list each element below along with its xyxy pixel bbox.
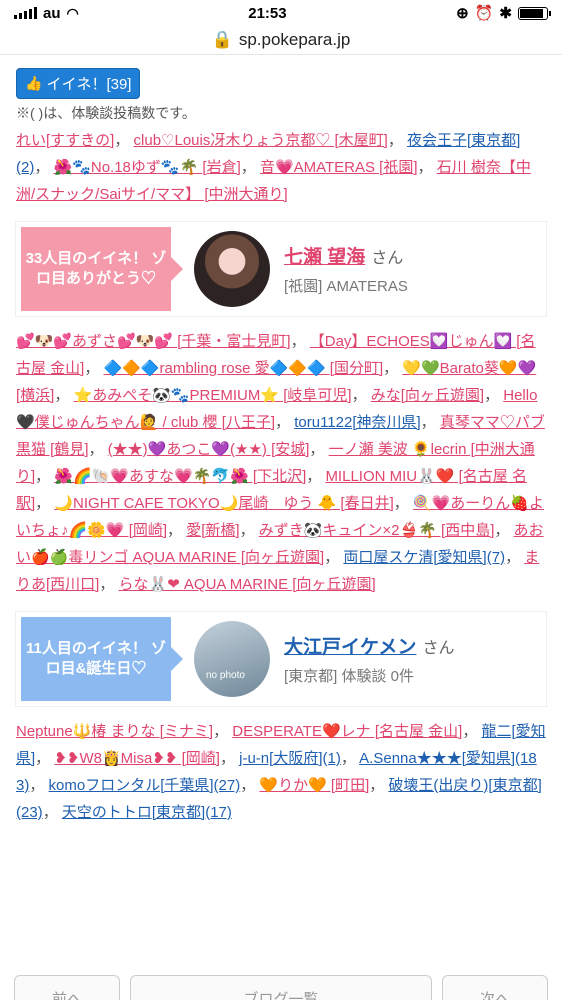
liker-list-3: Neptune🔱椿 まりな [ミナミ]， DESPERATE❤️レナ [名古屋 … [16,718,546,826]
separator: ， [42,804,62,821]
liker-link[interactable]: らな🐰❤ AQUA MARINE [向ヶ丘遊園] [119,576,376,593]
like-label: イイネ！[39] [46,76,132,93]
separator: ， [35,750,55,767]
liker-link[interactable]: 音💗AMATERAS [祇園] [260,159,418,176]
separator: ， [240,777,260,794]
separator: ， [383,360,403,377]
separator: ， [167,522,187,539]
liker-link[interactable]: j-u-n[大阪府](1) [239,750,341,767]
battery-icon [517,6,551,20]
liker-link[interactable]: toru1122[神奈川県] [294,414,420,431]
separator: ， [387,132,408,149]
separator: ， [290,333,310,350]
liker-link[interactable]: 🔷🔶🔷rambling rose 愛🔷🔶🔷 [国分町] [104,360,384,377]
like-button[interactable]: 👍 イイネ！[39] [16,68,141,99]
liker-link[interactable]: Neptune🔱椿 まりな [ミナミ] [16,723,213,740]
separator: ， [351,387,371,404]
profile-name-link[interactable]: 七瀬 望海 [284,247,365,268]
separator: ， [219,750,240,767]
clock: 21:53 [248,4,287,22]
milestone-card-1: 33人目のイイネ！ ゾロ目ありがとう♡ 七瀬 望海 さん [祇園] AMATERA… [16,222,546,316]
honorific: さん [422,640,455,657]
milestone-badge: 33人目のイイネ！ ゾロ目ありがとう♡ [21,227,183,311]
liker-link[interactable]: komoフロンタル[千葉県](27) [49,777,241,794]
blog-list-button[interactable]: ブログ一覧 [130,975,432,1000]
status-bar: au ◠ 21:53 ⊕ ⏰ ✱ [0,0,562,26]
liker-list-2: 💕🐶💕あずさ💕🐶💕 [千葉・富士見町]， 【Day】ECHOES💟じゅん💟 [名… [16,328,546,598]
lock-icon: 🔒 [211,30,233,49]
liker-link[interactable]: 愛[新橋] [186,522,239,539]
alarm-icon: ⏰ [474,5,494,22]
separator: ， [35,468,55,485]
carrier-label: au [43,4,61,22]
url-text: sp.pokepara.jp [238,30,351,49]
avatar[interactable] [194,231,270,307]
liker-link[interactable]: club♡Louis冴木りょう京都♡ [木屋町] [134,132,388,149]
separator: ， [420,414,440,431]
pagination: 前へ ブログ一覧 次へ [0,975,562,1000]
separator: ， [393,495,413,512]
separator: ， [34,159,54,176]
separator: ， [35,495,55,512]
next-button[interactable]: 次へ [442,975,548,1000]
separator: ， [240,159,260,176]
separator: ， [309,441,329,458]
signal-icon [14,7,37,19]
avatar[interactable]: no photo [194,621,270,697]
separator: ， [213,723,233,740]
milestone-card-2: 11人目のイイネ！ ゾロ目&誕生日♡ no photo 大江戸イケメン さん [東… [16,612,546,706]
separator: ， [324,549,344,566]
liker-link[interactable]: 🌺🌈🐚💗あすな💗🌴🐬🌺 [下北沢] [54,468,306,485]
profile-sub: [東京都] 体験談 0件 [284,668,415,685]
liker-link[interactable]: 🧡りか🧡 [町田] [259,777,369,794]
wifi-icon: ◠ [66,4,79,21]
note-text: ※( )は、体験談投稿数です。 [16,105,196,121]
separator: ， [114,132,134,149]
liker-link[interactable]: ⭐あみぺそ🐼🐾PREMIUM⭐ [岐阜可児] [74,387,352,404]
honorific: さん [371,250,404,267]
profile-sub: [祇園] AMATERAS [284,278,408,295]
milestone-badge: 11人目のイイネ！ ゾロ目&誕生日♡ [21,617,183,701]
separator: ， [88,441,108,458]
thumbs-up-icon: 👍 [25,75,43,91]
rotation-lock-icon: ⊕ [456,5,469,22]
bluetooth-icon: ✱ [499,5,512,22]
separator: ， [417,159,437,176]
liker-link[interactable]: みな[向ヶ丘遊園] [371,387,484,404]
no-photo-label: no photo [206,670,245,681]
liker-link[interactable]: 🌺🐾No.18ゆず🐾🌴 [岩倉] [54,159,241,176]
profile-name-link[interactable]: 大江戸イケメン [284,637,416,658]
separator: ， [99,576,119,593]
page-content: 👍 イイネ！[39] ※( )は、体験談投稿数です。 れい[すすきの]， clu… [0,56,562,1000]
separator: ， [306,468,326,485]
separator: ， [239,522,259,539]
separator: ， [462,723,482,740]
liker-link[interactable]: 🌙NIGHT CAFE TOKYO🌙尾崎 ゆう 🐥 [春日井] [54,495,393,512]
liker-link[interactable]: DESPERATE❤️レナ [名古屋 金山] [232,723,462,740]
separator: ， [369,777,389,794]
liker-link[interactable]: れい[すすきの] [16,132,114,149]
separator: ， [494,522,514,539]
separator: ， [275,414,295,431]
separator: ， [54,387,74,404]
separator: ， [340,750,360,767]
liker-link[interactable]: (★★)💜あつこ💜(★★) [安城] [108,441,310,458]
liker-link[interactable]: 💕🐶💕あずさ💕🐶💕 [千葉・富士見町] [16,333,291,350]
liker-link[interactable]: ❥❥W8👸Misa❥❥ [岡崎] [54,750,220,767]
liker-link[interactable]: 天空のトトロ[東京都](17) [62,804,232,821]
separator: ， [505,549,525,566]
address-bar[interactable]: 🔒 sp.pokepara.jp [0,26,562,55]
liker-list-1: れい[すすきの]， club♡Louis冴木りょう京都♡ [木屋町]， 夜会王子… [16,127,546,208]
separator: ， [84,360,104,377]
separator: ， [484,387,504,404]
separator: ， [29,777,49,794]
prev-button[interactable]: 前へ [14,975,120,1000]
liker-link[interactable]: 両口屋スケ清[愛知県](7) [343,549,505,566]
liker-link[interactable]: みずき🐼キュイン×2👙🌴 [西中島] [259,522,495,539]
